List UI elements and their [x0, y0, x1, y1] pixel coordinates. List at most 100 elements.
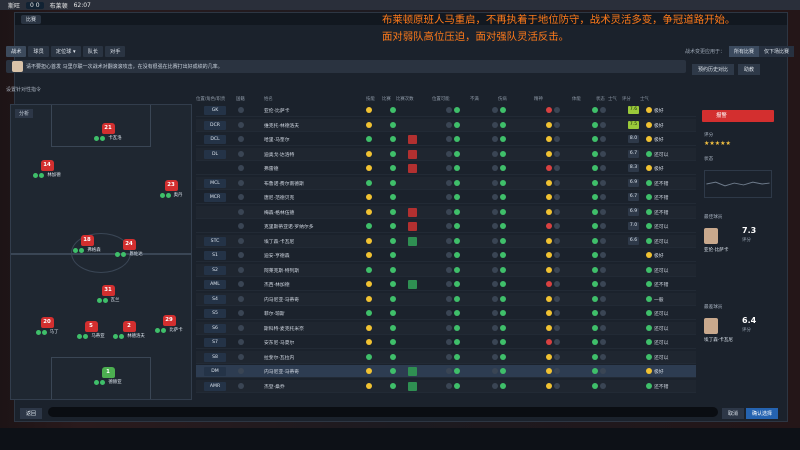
player-token[interactable]: 24 恩佐达: [109, 239, 149, 267]
status-icon: [492, 208, 498, 215]
player-token[interactable]: 21 卡瓦洛: [88, 123, 128, 151]
player-token[interactable]: 14 林加德: [27, 160, 67, 188]
tab-1[interactable]: 球员: [28, 46, 49, 57]
shirt-number: 23: [164, 180, 178, 191]
report-button[interactable]: 报警: [702, 110, 774, 122]
table-row[interactable]: AML 杰西·林加德 还不错: [196, 278, 696, 291]
morale-text: 还不错: [654, 181, 669, 187]
status-icon: [492, 382, 498, 389]
player-token[interactable]: 20 马丁: [27, 317, 67, 345]
player-token[interactable]: 23 奥丹: [151, 180, 191, 208]
player-name: 杰登·桑乔: [264, 384, 285, 390]
tab-0[interactable]: 战术: [6, 46, 27, 57]
ok-icon: [454, 165, 460, 171]
best-player-card[interactable]: 7.3 评分 亚伦·比萨卡: [702, 220, 774, 260]
best-player-name: 亚伦·比萨卡: [704, 248, 729, 253]
player-token[interactable]: 29 比萨卡: [149, 315, 189, 343]
apply-next-match[interactable]: 仅下场比赛: [758, 46, 794, 57]
match-icon: [390, 310, 396, 316]
status-dot: [35, 329, 41, 335]
column-header[interactable]: 技能: [366, 96, 375, 102]
column-header[interactable]: 伤病: [498, 96, 507, 102]
fitness-icon: [366, 324, 372, 331]
ok-icon: [454, 339, 460, 345]
fitness-icon: [592, 353, 598, 360]
analysis-toggle[interactable]: 分析: [15, 109, 34, 118]
table-row[interactable]: S8 拉斐尔·瓦拉内 还可以: [196, 350, 696, 364]
tab-2[interactable]: 定位球 ▾: [50, 46, 81, 57]
status-icon: [600, 252, 606, 258]
nation-flag-icon: [238, 310, 244, 316]
ok-icon: [454, 353, 460, 360]
table-row[interactable]: MCR 唐尼·范德贝克 6.7 还不错: [196, 191, 696, 204]
assistant-button[interactable]: 助教: [738, 64, 761, 75]
column-header[interactable]: 比赛次数: [396, 96, 414, 102]
status-icon: [446, 136, 452, 142]
column-header[interactable]: 国籍: [236, 96, 245, 102]
table-row[interactable]: DM 内马尼亚·马蒂奇 极好: [196, 365, 696, 378]
status-icon: [446, 237, 452, 244]
column-header[interactable]: 精神: [534, 96, 543, 102]
match-icon: [390, 295, 396, 302]
tab-4[interactable]: 对手: [105, 46, 126, 57]
match-icon: [390, 194, 396, 200]
morale-text: 一般: [654, 297, 664, 303]
column-header[interactable]: 姓名: [264, 96, 273, 102]
nation-flag-icon: [238, 324, 244, 331]
player-token[interactable]: 5 马蒂亚: [71, 321, 111, 349]
tab-3[interactable]: 队长: [82, 46, 103, 57]
table-row[interactable]: GK 亚伦·比萨卡 7.6 极好: [196, 104, 696, 117]
ok-icon: [454, 295, 460, 302]
history-compare-button[interactable]: 预约历史对比: [692, 64, 735, 75]
morale-icon: [646, 368, 652, 374]
column-header[interactable]: 体能: [572, 96, 581, 102]
position-badge: GK: [204, 106, 226, 115]
cancel-button[interactable]: 取消: [722, 408, 745, 419]
morale-text: 极好: [654, 167, 664, 172]
player-token[interactable]: 1 德赫亚: [88, 367, 128, 395]
table-row[interactable]: S1 迪安·亨德森 极好: [196, 249, 696, 262]
table-row[interactable]: MCL 布鲁诺·费尔南德斯 6.9 还不错: [196, 176, 696, 190]
away-team: 布莱顿: [49, 2, 68, 10]
table-row[interactable]: DCR 维克托·林德洛夫 7.5 极好: [196, 118, 696, 132]
table-row[interactable]: 克里斯蒂亚诺·罗纳尔多 7.0 还可以: [196, 220, 696, 233]
table-row[interactable]: 梅森·格林伍德 6.9 还不错: [196, 205, 696, 219]
player-photo: [704, 318, 718, 334]
table-row[interactable]: 弗雷德 8.3 极好: [196, 162, 696, 175]
column-header[interactable]: 士气: [608, 96, 617, 102]
player-name: 迪安·亨德森: [264, 254, 290, 259]
table-row[interactable]: S6 斯科特·麦克托米奈 还可以: [196, 321, 696, 335]
table-row[interactable]: S4 内马尼亚·马蒂奇 一般: [196, 292, 696, 306]
morale-icon: [646, 223, 652, 229]
player-name: 亚伦·比萨卡: [264, 109, 290, 114]
table-row[interactable]: DCL 哈里·马奎尔 8.0 极好: [196, 133, 696, 146]
table-row[interactable]: S2 阿莱克斯·特列斯 还可以: [196, 263, 696, 277]
table-row[interactable]: DL 迪奥戈·达洛特 6.7 还可以: [196, 147, 696, 161]
player-token[interactable]: 31 瓦兰: [88, 285, 128, 313]
table-row[interactable]: S7 安东尼·马夏尔 还可以: [196, 336, 696, 349]
status-dot: [113, 333, 119, 339]
ok-icon: [500, 310, 506, 316]
match-tab[interactable]: 比赛: [21, 14, 42, 24]
confirm-button[interactable]: 确认选择: [746, 408, 779, 419]
column-header[interactable]: 位置/角色/职责: [196, 96, 225, 102]
column-header[interactable]: 比赛: [382, 96, 391, 102]
status-icon: [446, 382, 452, 389]
status-icon: [554, 339, 560, 345]
column-header[interactable]: 士气: [640, 96, 649, 102]
apply-all-matches[interactable]: 所有比赛: [728, 46, 759, 57]
worst-player-card[interactable]: 6.4 评分 埃丁森·卡瓦尼: [702, 310, 774, 350]
table-row[interactable]: AMR 杰登·桑乔 还不错: [196, 379, 696, 393]
column-header[interactable]: 状态: [596, 96, 605, 102]
table-row[interactable]: STC 埃丁森·卡瓦尼 6.6 还可以: [196, 234, 696, 248]
fitness-icon: [366, 121, 372, 128]
ok-icon: [500, 150, 506, 157]
player-token[interactable]: 2 林德洛夫: [109, 321, 149, 349]
column-header[interactable]: 评分: [622, 96, 631, 102]
player-token[interactable]: 18 弗格森: [67, 235, 107, 263]
column-header[interactable]: 位置可能: [432, 96, 450, 102]
column-header[interactable]: 不满: [470, 96, 479, 102]
table-row[interactable]: S5 菲尔·琼斯 还可以: [196, 307, 696, 320]
back-button[interactable]: 返回: [20, 408, 43, 419]
score: 0 0: [26, 1, 44, 9]
